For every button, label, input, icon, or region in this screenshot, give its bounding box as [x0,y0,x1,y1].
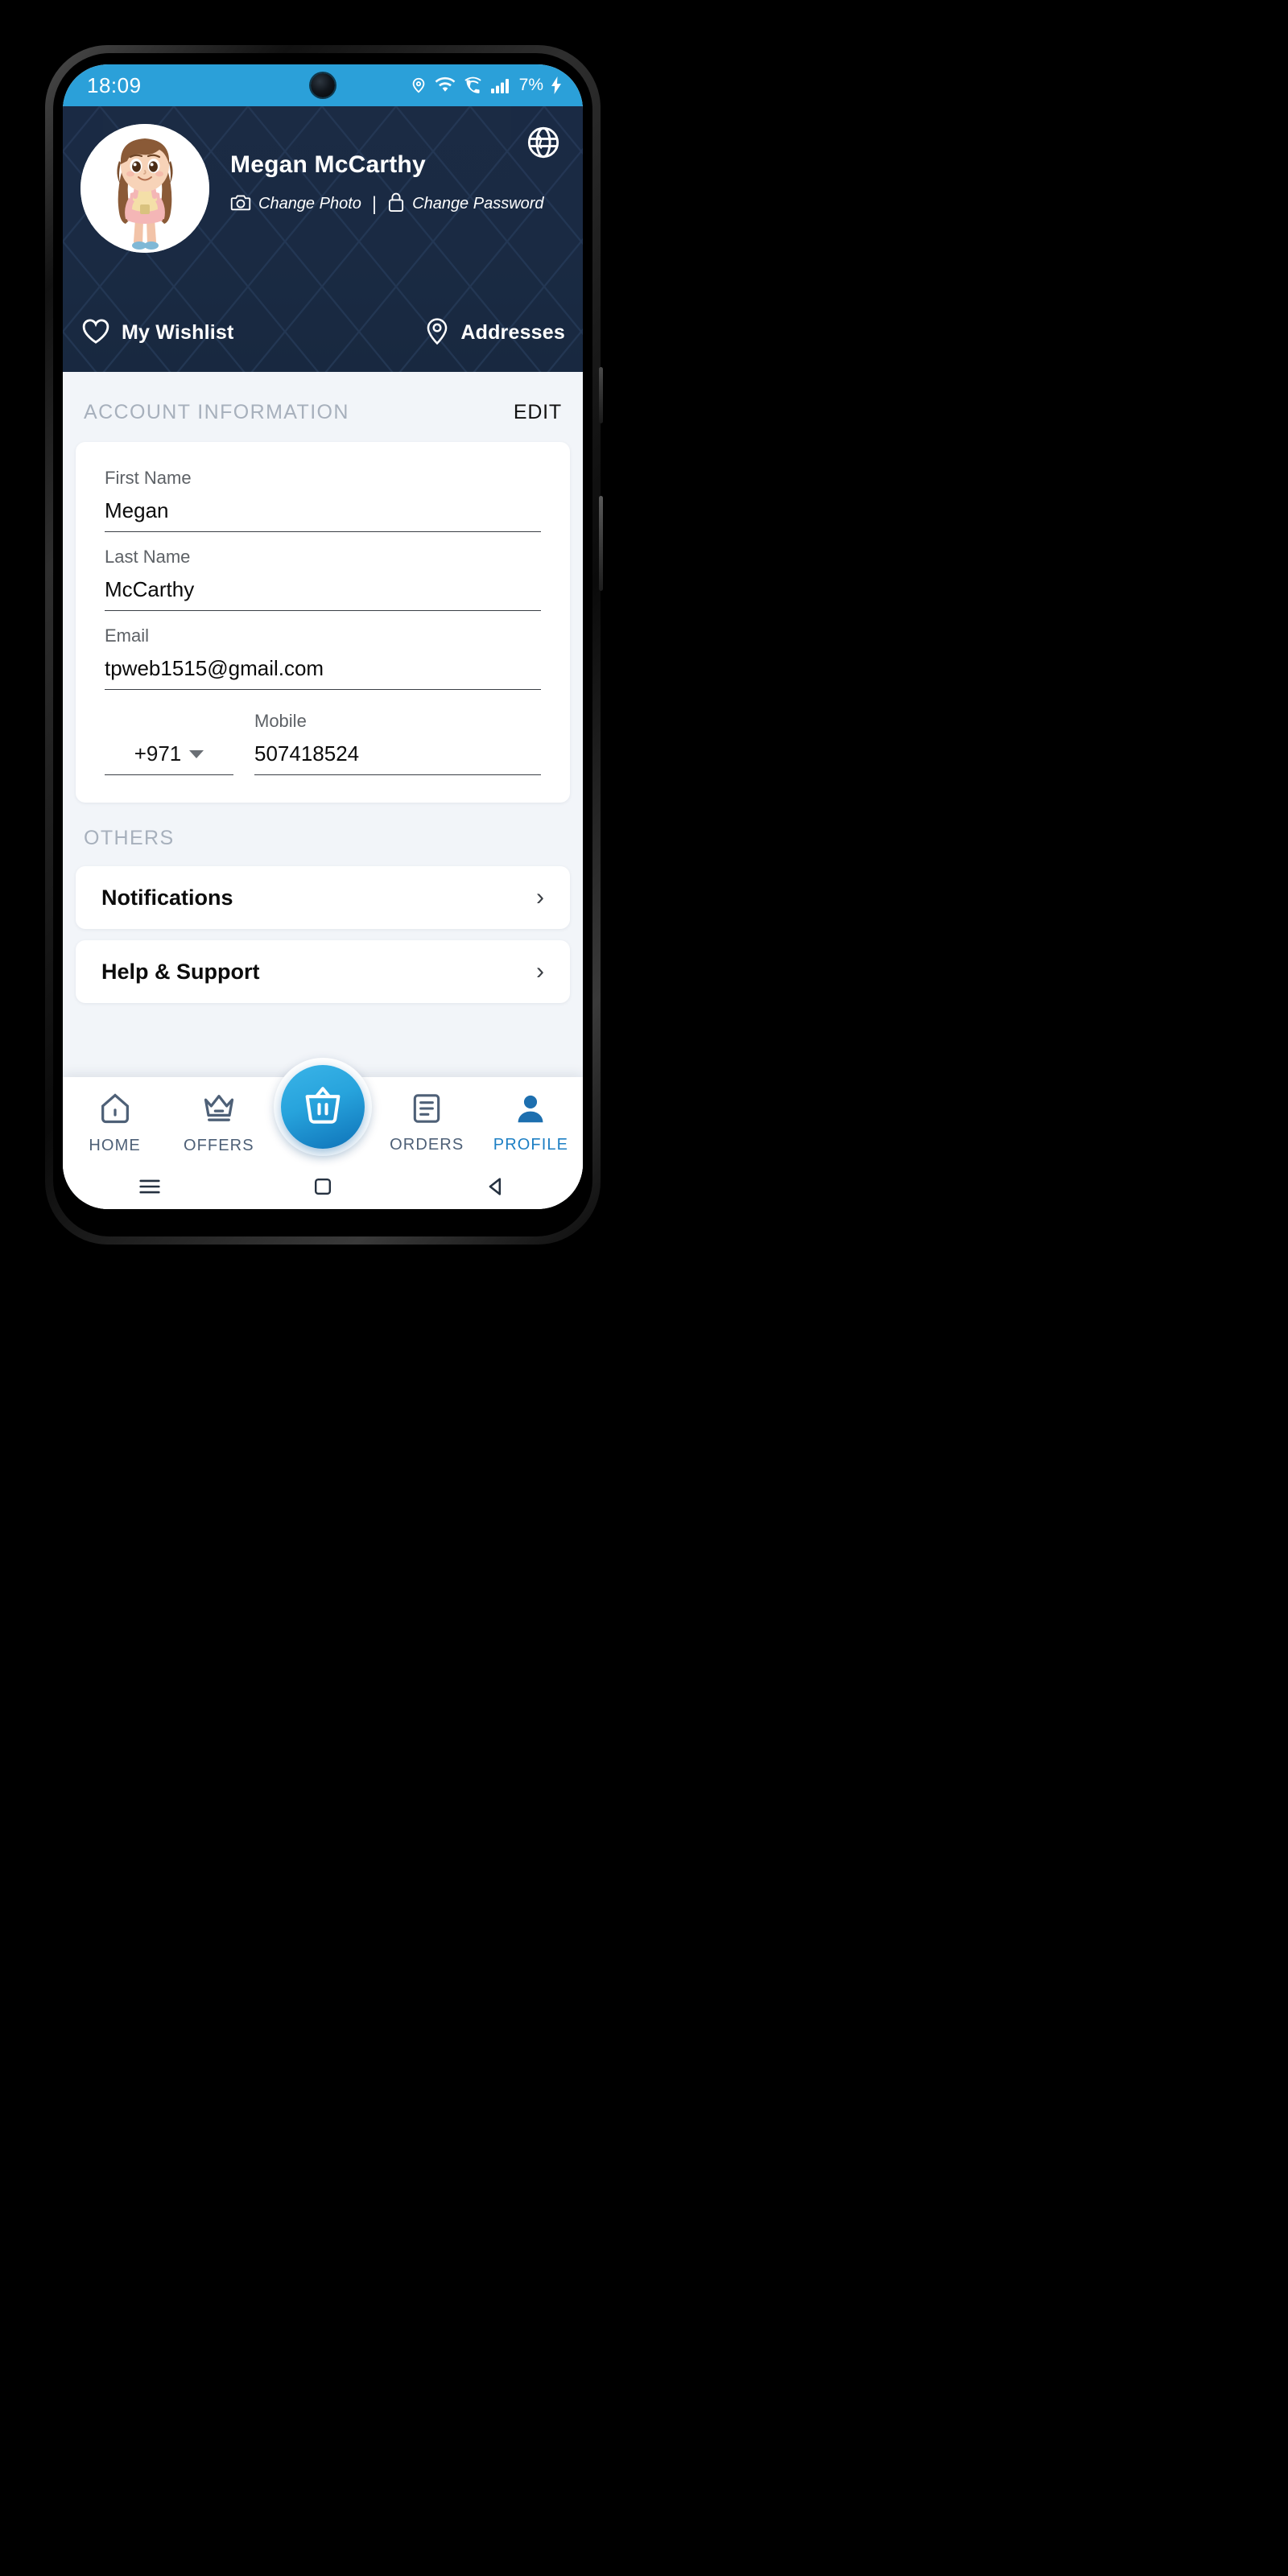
section-title-account: ACCOUNT INFORMATION [84,401,349,423]
heart-icon [80,317,111,349]
field-first-name: First Name Megan [105,468,541,532]
status-time: 18:09 [87,72,142,97]
signal-bars-icon [490,76,511,94]
location-pin-icon [424,316,450,349]
square-home-icon[interactable] [310,1174,336,1203]
addresses-button[interactable]: Addresses [424,316,565,349]
mobile-label: Mobile [254,711,307,731]
cart-fab-button[interactable] [281,1065,365,1149]
last-name-label: Last Name [105,547,191,567]
chevron-right-icon: › [536,884,544,910]
my-wishlist-button[interactable]: My Wishlist [80,317,234,349]
android-navigation-bar [63,1167,583,1209]
nav-label-offers: OFFERS [183,1136,254,1154]
mobile-input[interactable]: 507418524 [254,741,541,775]
wifi-icon [435,76,456,94]
first-name-input[interactable]: Megan [105,498,541,532]
nav-item-home[interactable]: HOME [63,1090,167,1155]
first-name-label: First Name [105,468,192,488]
quick-links-row: My Wishlist Addresses [63,316,583,349]
nav-label-profile: PROFILE [493,1135,569,1154]
nav-item-orders[interactable]: ORDERS [375,1091,479,1154]
user-name: Megan McCarthy [230,151,426,178]
camera-icon [230,192,251,216]
nav-item-offers[interactable]: OFFERS [167,1090,270,1155]
chevron-down-icon [189,749,204,758]
nav-label-orders: ORDERS [390,1135,464,1154]
notifications-label: Notifications [101,885,233,910]
change-password-label: Change Password [412,195,544,213]
list-item-notifications[interactable]: Notifications › [76,866,570,929]
status-bar: 18:09 7% [63,64,583,106]
phone-screen: 18:09 7% Megan McCarthy Change Photo | C… [63,64,583,1209]
links-divider: | [371,192,378,215]
lock-icon [387,192,405,217]
crown-icon [200,1090,237,1131]
cart-fab-container [274,1058,372,1156]
person-icon [513,1091,548,1130]
field-email: Email tpweb1515@gmail.com [105,625,541,690]
email-label: Email [105,625,150,646]
front-camera-punch-hole [311,73,335,97]
account-information-header: ACCOUNT INFORMATION EDIT [63,372,583,442]
field-last-name: Last Name McCarthy [105,547,541,611]
help-support-label: Help & Support [101,959,260,984]
last-name-input[interactable]: McCarthy [105,577,541,611]
avatar-illustration [80,124,209,253]
volume-button[interactable] [599,367,603,423]
nav-label-home: HOME [89,1136,141,1154]
profile-header: Megan McCarthy Change Photo | Change Pas… [63,106,583,372]
location-icon [410,76,427,95]
battery-percentage: 7% [518,76,543,94]
change-photo-label: Change Photo [258,195,361,213]
avatar[interactable] [80,124,209,253]
phone-device: 18:09 7% Megan McCarthy Change Photo | C… [45,45,603,1245]
account-info-card: First Name Megan Last Name McCarthy Emai… [76,442,570,803]
change-password-button[interactable]: Change Password [387,192,544,217]
chevron-right-icon: › [536,958,544,985]
country-code-value: +971 [134,741,182,766]
my-wishlist-label: My Wishlist [122,321,234,344]
addresses-label: Addresses [460,321,565,344]
country-code-select[interactable]: +971 [105,741,233,775]
home-icon [97,1090,134,1131]
call-wifi-icon [463,76,483,94]
list-item-help-support[interactable]: Help & Support › [76,940,570,1003]
change-photo-button[interactable]: Change Photo [230,192,361,216]
edit-button[interactable]: EDIT [514,401,562,424]
power-button[interactable] [599,496,603,591]
email-input[interactable]: tpweb1515@gmail.com [105,656,541,690]
nav-item-profile[interactable]: PROFILE [479,1091,583,1154]
triangle-back-icon[interactable] [482,1173,510,1204]
receipt-icon [409,1091,444,1130]
section-title-others: OTHERS [84,827,175,849]
field-mobile: +971 Mobile 507418524 [105,711,541,775]
shopping-basket-icon [301,1084,345,1131]
hamburger-icon[interactable] [136,1173,163,1204]
charging-bolt-icon [551,76,562,94]
